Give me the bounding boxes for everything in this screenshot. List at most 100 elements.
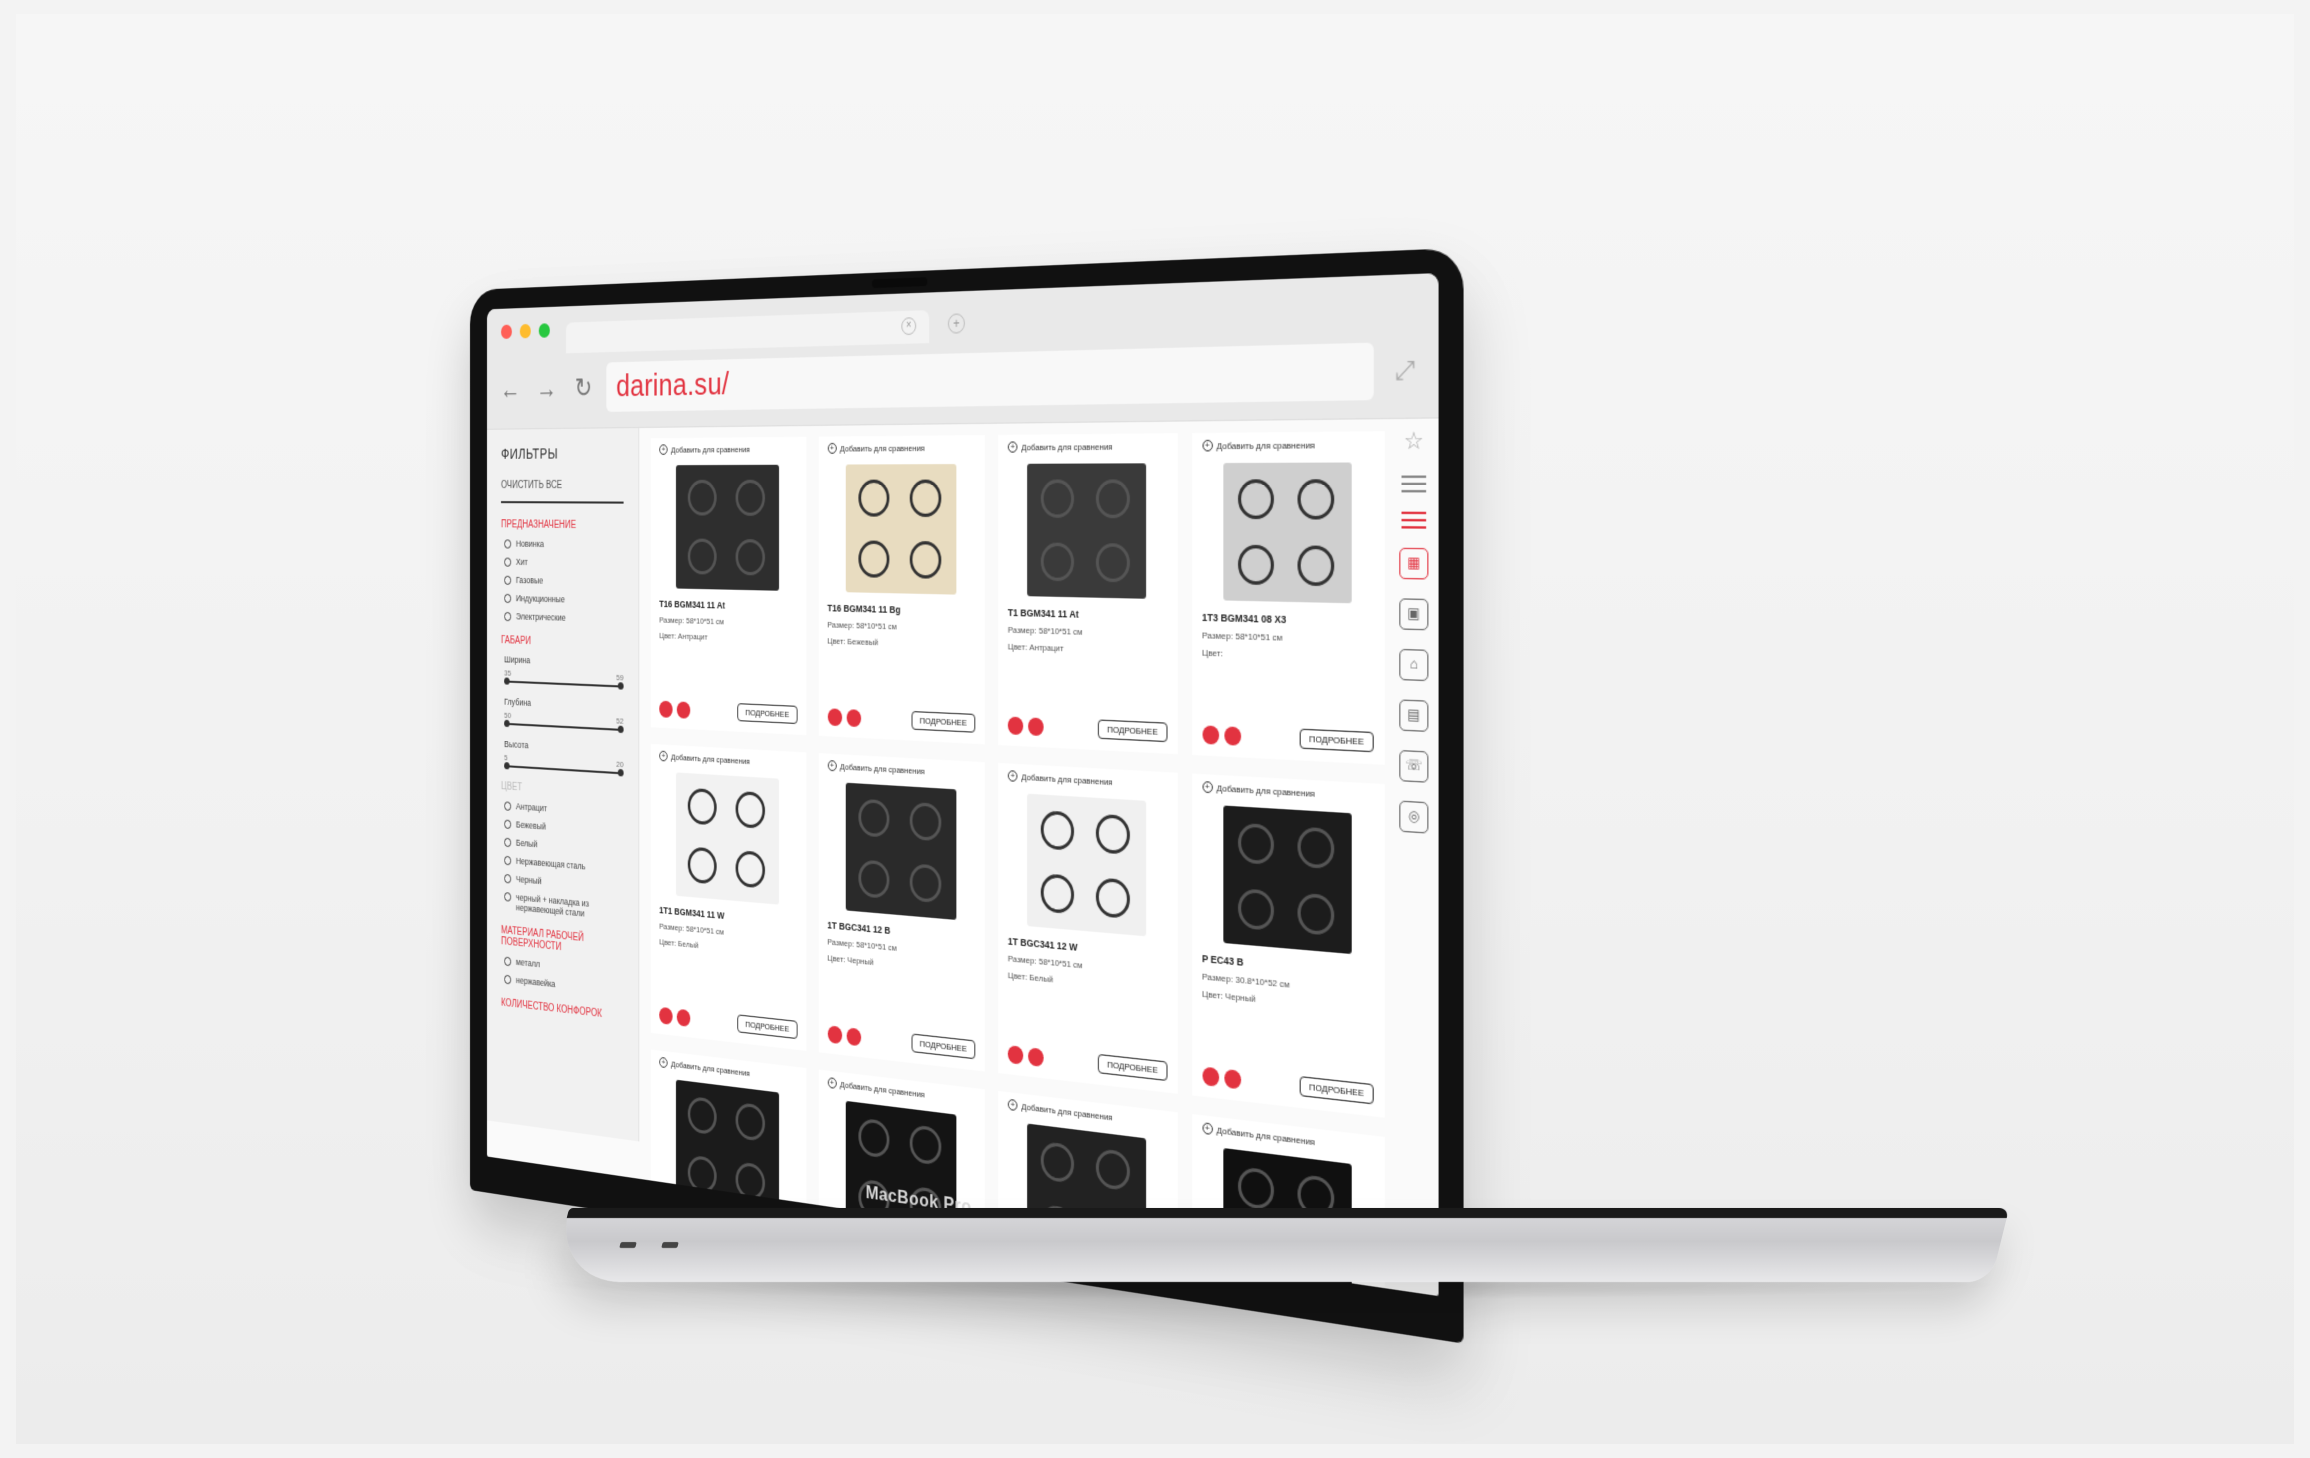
width-range-slider[interactable]: Ширина 35 59: [504, 654, 624, 688]
forward-arrow-icon[interactable]: →: [532, 370, 561, 407]
feature-badge-icon: [1202, 1065, 1219, 1087]
details-button[interactable]: ПОДРОБНЕЕ: [737, 1014, 798, 1040]
add-to-compare-link[interactable]: + Добавить для сравнения: [659, 443, 797, 455]
filter-option[interactable]: Новинка: [504, 538, 623, 550]
filter-group-title[interactable]: МАТЕРИАЛ РАБОЧЕЙ ПОВЕРХНОСТИ: [501, 925, 624, 959]
hob-icon[interactable]: ▦: [1399, 547, 1429, 580]
filter-group-title[interactable]: ПРЕДНАЗНАЧЕНИЕ: [501, 519, 624, 531]
product-card[interactable]: + Добавить для сравнения T16 BGM341 11 At Р…: [650, 436, 806, 736]
product-card[interactable]: + Добавить для сравнения T1 BGM341 11 At Ра…: [998, 433, 1178, 755]
hood-icon[interactable]: ⌂: [1399, 648, 1429, 682]
star-icon[interactable]: ☆: [1404, 426, 1424, 456]
details-button[interactable]: ПОДРОБНЕЕ: [1299, 1075, 1374, 1105]
product-image[interactable]: [676, 464, 780, 591]
filter-group-title[interactable]: ГАБАРИ: [501, 635, 624, 650]
feature-badges: [827, 707, 861, 727]
laptop-scene: × + ← → ↻ darina.su/ ⤢ ФИЛЬТРЫ ОЧИСТИТЬ …: [470, 247, 2010, 1344]
filter-option[interactable]: Индукционные: [504, 593, 623, 606]
address-bar[interactable]: darina.su/: [606, 342, 1374, 412]
phone-icon[interactable]: ☏: [1399, 749, 1429, 783]
product-color: Цвет: Антрацит: [659, 630, 708, 642]
filter-option[interactable]: черный + накладка из нержавеющей стали: [504, 891, 623, 922]
add-to-compare-link[interactable]: + Добавить для сравнения: [827, 442, 975, 454]
radio-circle-icon: [504, 892, 512, 902]
product-image[interactable]: [1223, 462, 1352, 604]
add-to-compare-link[interactable]: + Добавить для сравнения: [659, 750, 797, 769]
filter-option[interactable]: Электрические: [504, 611, 623, 625]
product-name[interactable]: T16 BGM341 11 Bg: [827, 603, 975, 618]
burner-icon: [1297, 826, 1334, 870]
details-button[interactable]: ПОДРОБНЕЕ: [1098, 719, 1167, 743]
back-arrow-icon[interactable]: ←: [496, 371, 524, 408]
usb-c-port: [661, 1242, 679, 1248]
product-image[interactable]: [845, 464, 957, 595]
product-card[interactable]: + Добавить для сравнения: [650, 1049, 806, 1230]
card-footer: ПОДРОБНЕЕ: [659, 1006, 798, 1040]
product-card[interactable]: + Добавить для сравнения 1T BGC341 12 W Раз…: [998, 762, 1178, 1094]
product-card[interactable]: + Добавить для сравнения P EC43 B Размер: 3…: [1191, 773, 1385, 1118]
reload-icon[interactable]: ↻: [569, 369, 598, 406]
height-range-slider[interactable]: Высота 5 20: [504, 739, 624, 775]
feature-badge-icon: [1028, 716, 1044, 736]
plus-circle-icon: +: [1007, 770, 1018, 782]
product-card[interactable]: + Добавить для сравнения 1T1 BGM341 11 W Ра…: [650, 743, 806, 1051]
details-button[interactable]: ПОДРОБНЕЕ: [911, 710, 976, 733]
filter-option[interactable]: Антрацит: [504, 800, 623, 819]
product-name[interactable]: 1T3 BGM341 08 X3: [1202, 612, 1374, 628]
location-pin-icon[interactable]: ◎: [1399, 800, 1429, 834]
plus-circle-icon: +: [827, 442, 837, 454]
catalog-menu-icon[interactable]: [1401, 511, 1427, 529]
add-to-compare-link[interactable]: + Добавить для сравнения: [827, 760, 975, 779]
right-rail: ☆ ▦ ▣ ⌂ ▤ ☏ ◎: [1394, 426, 1434, 834]
product-name[interactable]: T1 BGM341 11 At: [1008, 607, 1167, 622]
radio-circle-icon: [504, 855, 512, 866]
product-color: Цвет: Антрацит: [1007, 641, 1064, 654]
depth-range-slider[interactable]: Глубина 50 52: [504, 697, 624, 732]
filter-option[interactable]: Белый: [504, 837, 623, 856]
new-tab-icon[interactable]: +: [947, 313, 965, 334]
product-image[interactable]: [1223, 805, 1352, 955]
burner-icon: [858, 540, 890, 578]
filter-option[interactable]: Хит: [504, 557, 623, 569]
product-image[interactable]: [845, 782, 957, 920]
feature-badges: [1202, 724, 1241, 746]
add-to-compare-link[interactable]: + Добавить для сравнения: [1202, 781, 1374, 803]
details-button[interactable]: ПОДРОБНЕЕ: [1098, 1053, 1167, 1082]
product-card[interactable]: + Добавить для сравнения T16 BGM341 11 Bg Р…: [818, 435, 985, 745]
maximize-window-button[interactable]: [538, 323, 550, 338]
oven-icon[interactable]: ▣: [1399, 598, 1429, 631]
details-button[interactable]: ПОДРОБНЕЕ: [1299, 728, 1374, 753]
cooker-icon[interactable]: ▤: [1399, 699, 1429, 732]
menu-icon[interactable]: [1401, 475, 1427, 493]
add-to-compare-link[interactable]: + Добавить для сравнения: [1007, 440, 1167, 453]
details-button[interactable]: ПОДРОБНЕЕ: [911, 1033, 976, 1060]
product-card[interactable]: + Добавить для сравнения 1T3 BGM341 08 X3 Р…: [1191, 431, 1385, 765]
product-name[interactable]: T16 BGM341 11 At: [659, 599, 797, 613]
close-window-button[interactable]: [501, 324, 512, 340]
filter-option[interactable]: нержавейка: [504, 974, 623, 997]
expand-icon[interactable]: ⤢: [1385, 349, 1425, 393]
product-card[interactable]: + Добавить для сравнения 1T BGC341 12 B Раз…: [818, 753, 985, 1072]
burner-icon: [1237, 1166, 1274, 1211]
filter-option[interactable]: Нержавеющая сталь: [504, 855, 623, 875]
filter-group-title[interactable]: КОЛИЧЕСТВО КОНФОРОК: [501, 997, 624, 1022]
plus-circle-icon: +: [659, 444, 668, 455]
close-tab-icon[interactable]: ×: [901, 317, 917, 336]
minimize-window-button[interactable]: [519, 323, 531, 339]
filter-option[interactable]: Газовые: [504, 575, 623, 588]
browser-tab[interactable]: ×: [565, 310, 930, 354]
filter-option[interactable]: Черный: [504, 873, 623, 893]
details-button[interactable]: ПОДРОБНЕЕ: [737, 703, 798, 725]
clear-all-link[interactable]: ОЧИСТИТЬ ВСЕ: [501, 479, 624, 504]
filter-option[interactable]: Бежевый: [504, 818, 623, 837]
radio-circle-icon: [504, 956, 512, 967]
filter-group-title[interactable]: ЦВЕТ: [501, 781, 624, 800]
burner-icon: [1237, 888, 1274, 931]
product-image[interactable]: [676, 772, 780, 905]
add-to-compare-link[interactable]: + Добавить для сравнения: [1202, 438, 1374, 452]
product-image[interactable]: [1027, 463, 1147, 599]
radio-circle-icon: [504, 539, 512, 549]
product-image[interactable]: [1027, 793, 1147, 937]
add-to-compare-link[interactable]: + Добавить для сравнения: [1007, 770, 1167, 790]
plus-circle-icon: +: [1202, 1122, 1213, 1136]
